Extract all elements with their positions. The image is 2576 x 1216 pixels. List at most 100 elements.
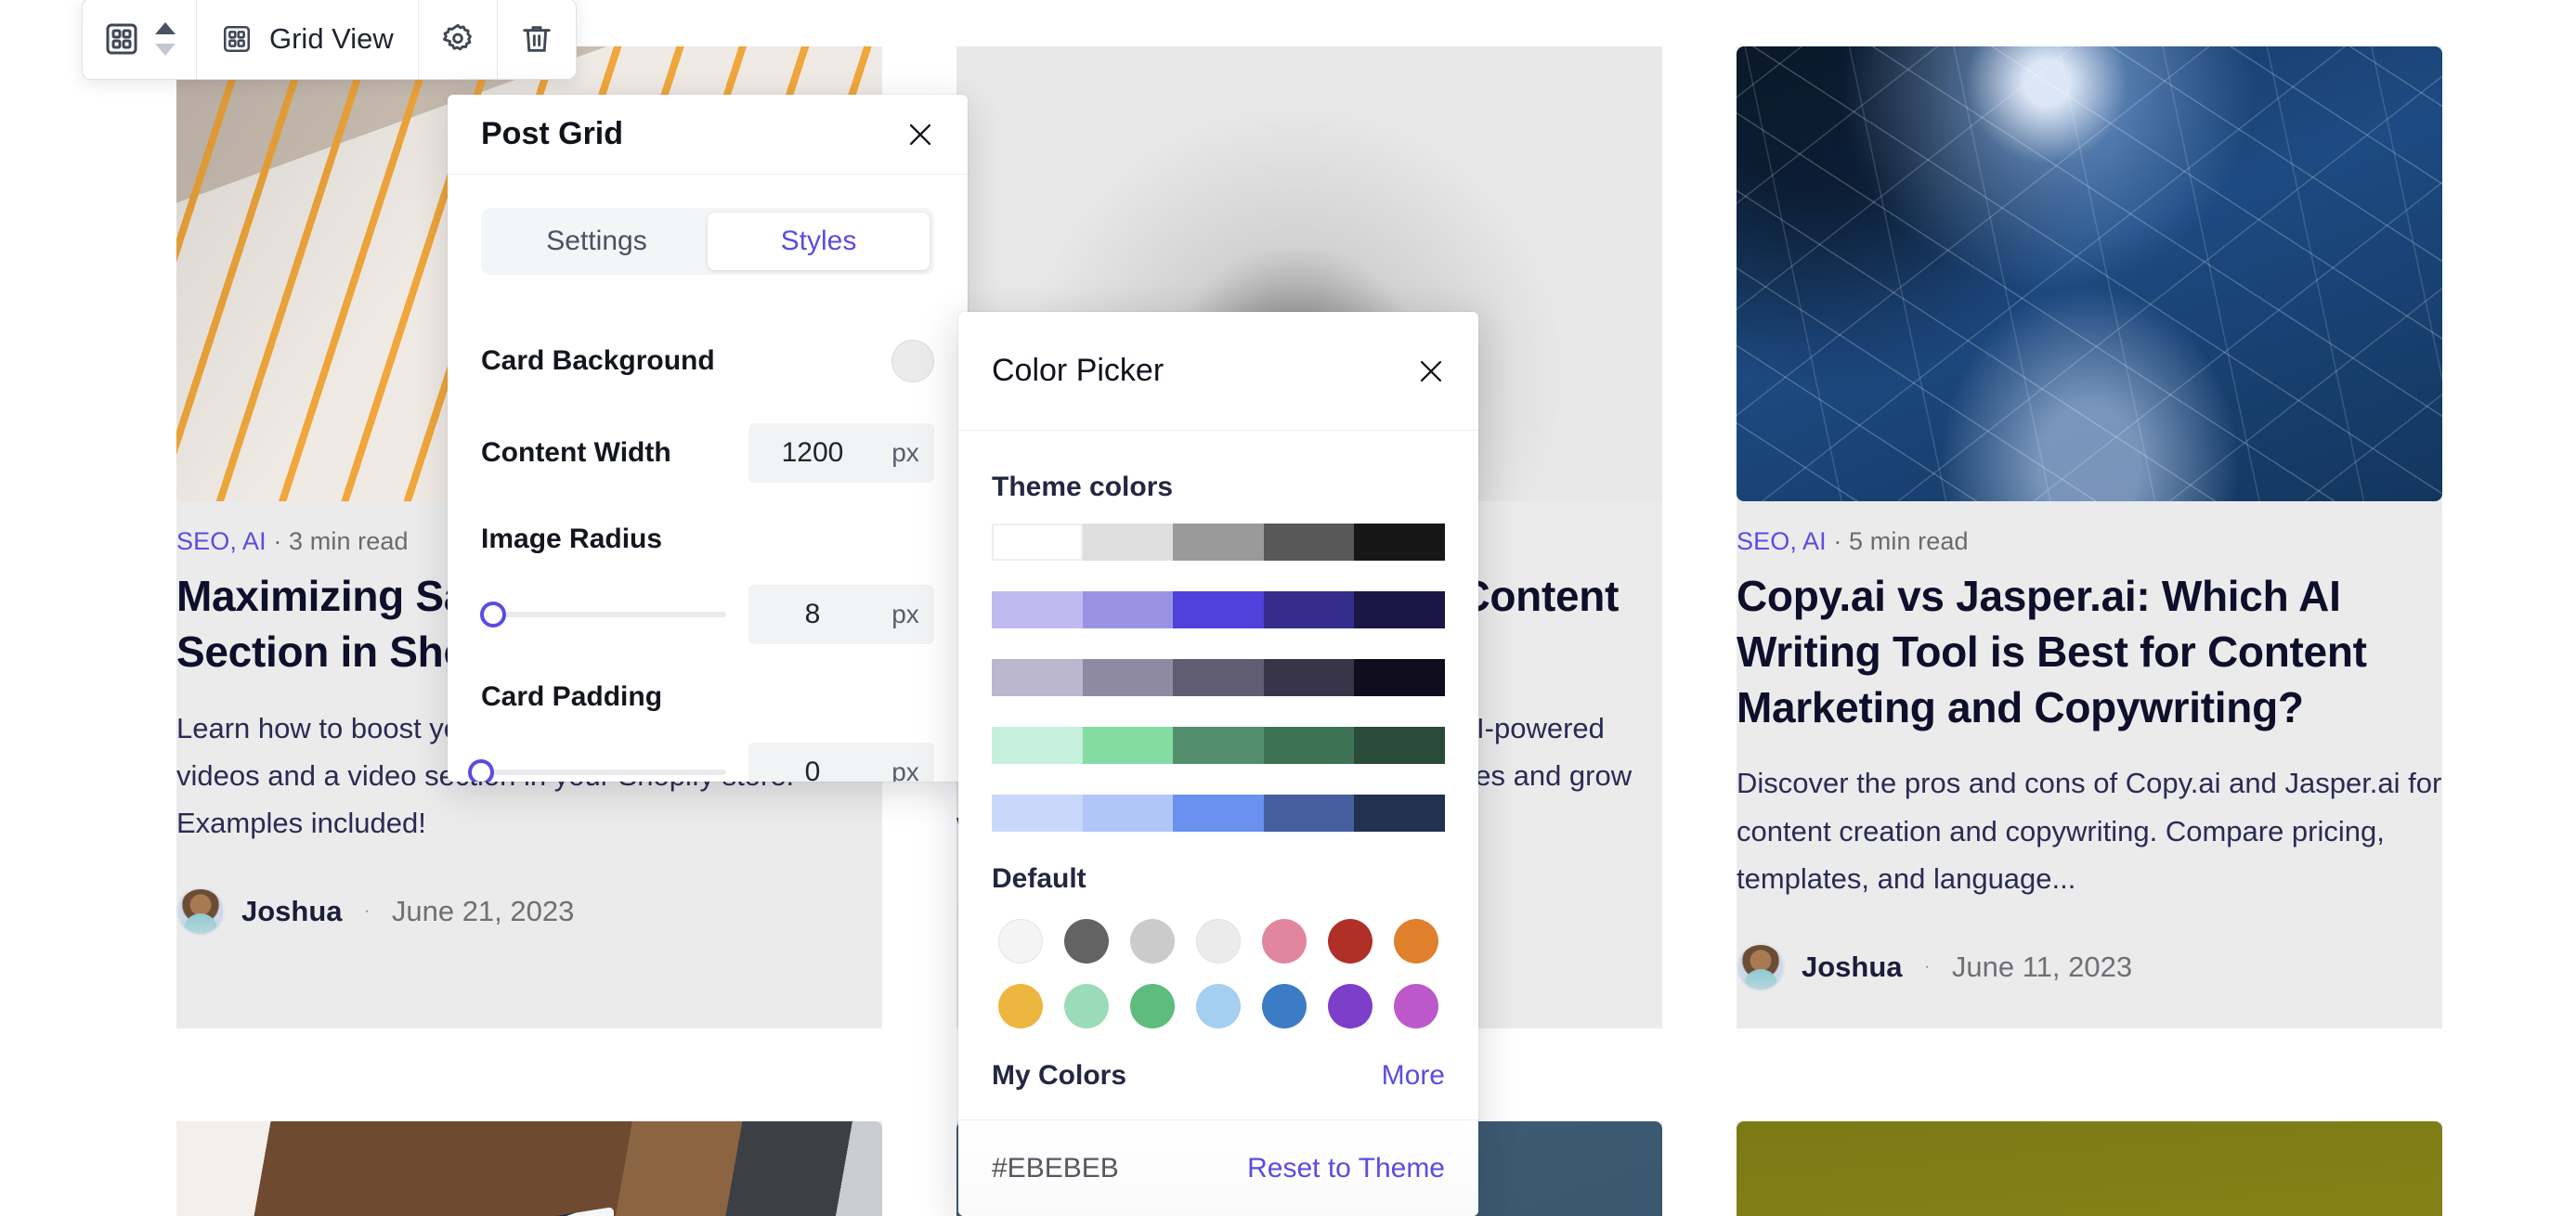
default-color-swatch[interactable] (1262, 919, 1308, 964)
default-color-swatch[interactable] (1129, 984, 1175, 1028)
tab-settings[interactable]: Settings (486, 213, 708, 270)
theme-color-swatch[interactable] (1263, 659, 1355, 696)
theme-color-swatch[interactable] (1263, 591, 1355, 628)
input-unit: px (891, 600, 919, 628)
card-background-swatch[interactable] (891, 340, 934, 382)
card-padding-row: 0 px (468, 743, 934, 782)
theme-color-swatch[interactable] (1082, 659, 1174, 696)
default-color-swatch[interactable] (1328, 984, 1373, 1028)
default-colors-label: Default (992, 863, 1086, 894)
theme-color-swatch[interactable] (1354, 795, 1445, 832)
post-tags[interactable]: SEO, AI (1737, 527, 1827, 555)
theme-color-swatch[interactable] (1082, 591, 1174, 628)
card-padding-slider[interactable] (468, 759, 726, 782)
card-padding-input[interactable]: 0 px (748, 743, 934, 782)
image-radius-input[interactable]: 8 px (748, 585, 934, 644)
default-color-swatch[interactable] (997, 919, 1043, 964)
theme-color-swatch[interactable] (1354, 591, 1445, 628)
default-color-cell (1322, 915, 1379, 967)
default-color-cell (1322, 980, 1379, 1032)
my-colors-label: My Colors (992, 1060, 1127, 1091)
post-thumbnail (1737, 1120, 2442, 1216)
default-color-swatch[interactable] (997, 984, 1043, 1028)
image-radius-slider[interactable] (480, 602, 726, 627)
toolbar-view-selector[interactable]: Grid View (197, 0, 419, 79)
color-picker-title: Color Picker (992, 353, 1164, 388)
theme-color-swatch[interactable] (1082, 795, 1174, 832)
post-title[interactable]: Copy.ai vs Jasper.ai: Which AI Writing T… (1737, 569, 2442, 735)
post-excerpt: Discover the pros and cons of Copy.ai an… (1737, 767, 2442, 895)
theme-color-row (992, 524, 1445, 561)
default-color-swatch[interactable] (1394, 919, 1439, 964)
default-color-swatch[interactable] (1195, 984, 1241, 1028)
default-color-cell (1388, 915, 1445, 967)
default-color-cell (1190, 980, 1246, 1032)
default-color-swatch[interactable] (1328, 919, 1373, 964)
theme-color-swatch[interactable] (1263, 727, 1355, 764)
theme-color-swatch[interactable] (1263, 795, 1355, 832)
default-colors-grid (992, 915, 1445, 1032)
default-color-cell (1124, 980, 1180, 1032)
author-name: Joshua (1802, 950, 1903, 983)
input-value: 1200 (781, 437, 844, 468)
default-color-cell (992, 915, 1048, 967)
default-color-swatch[interactable] (1063, 984, 1109, 1028)
chevron-down-icon[interactable] (155, 44, 176, 56)
color-picker-body: Theme colors Default My Colors More (958, 431, 1478, 1119)
hex-value-input[interactable]: #EBEBEB (992, 1153, 1119, 1184)
content-width-input[interactable]: 1200 px (748, 423, 934, 483)
post-tags[interactable]: SEO, AI (176, 527, 267, 555)
field-label: Content Width (481, 437, 671, 468)
tab-styles[interactable]: Styles (708, 213, 930, 270)
toolbar-settings-button[interactable] (419, 0, 498, 79)
theme-color-swatch[interactable] (1082, 524, 1174, 561)
close-icon[interactable] (904, 119, 936, 150)
post-card[interactable] (1737, 1120, 2442, 1216)
default-color-swatch[interactable] (1262, 984, 1308, 1028)
move-stepper[interactable] (155, 22, 176, 56)
default-color-cell (992, 980, 1048, 1032)
default-color-swatch[interactable] (1195, 919, 1241, 964)
view-label: Grid View (269, 22, 394, 55)
input-value: 0 (804, 757, 821, 782)
theme-color-swatch[interactable] (992, 524, 1083, 561)
default-color-swatch[interactable] (1394, 984, 1439, 1028)
default-color-cell (1058, 915, 1114, 967)
theme-color-swatch[interactable] (992, 795, 1083, 832)
theme-color-swatch[interactable] (1173, 727, 1264, 764)
theme-color-swatch[interactable] (1173, 659, 1264, 696)
input-unit: px (891, 757, 919, 782)
theme-color-swatch[interactable] (992, 727, 1083, 764)
post-readtime: · 3 min read (273, 527, 409, 555)
default-color-cell (1058, 980, 1114, 1032)
theme-color-swatch[interactable] (992, 591, 1083, 628)
grid-view-icon (103, 20, 140, 58)
default-color-cell (1388, 980, 1445, 1032)
toolbar-delete-button[interactable] (498, 0, 576, 79)
trash-icon (518, 20, 555, 58)
default-color-swatch[interactable] (1129, 919, 1175, 964)
post-card[interactable]: SEO, AI · 5 min read Copy.ai vs Jasper.a… (1737, 46, 2442, 1028)
toolbar-grid-switcher[interactable] (83, 0, 197, 79)
theme-color-swatch[interactable] (1173, 524, 1264, 561)
theme-color-swatch[interactable] (1263, 524, 1355, 561)
theme-color-swatch[interactable] (1354, 524, 1445, 561)
theme-color-swatch[interactable] (1173, 795, 1264, 832)
theme-color-swatch[interactable] (1354, 659, 1445, 696)
reset-to-theme-button[interactable]: Reset to Theme (1247, 1153, 1445, 1184)
close-icon[interactable] (1415, 356, 1447, 387)
theme-color-swatch[interactable] (1082, 727, 1174, 764)
more-link[interactable]: More (1382, 1060, 1445, 1092)
theme-color-swatch[interactable] (1354, 727, 1445, 764)
default-color-cell (1124, 915, 1180, 967)
default-color-cell (1256, 915, 1313, 967)
field-card-padding: Card Padding 0 px (468, 681, 934, 782)
post-card[interactable] (176, 1120, 882, 1216)
theme-color-swatch[interactable] (1173, 591, 1264, 628)
field-image-radius: Image Radius 8 px (480, 524, 934, 644)
separator-dot: · (364, 903, 370, 920)
image-radius-row: 8 px (480, 585, 934, 644)
chevron-up-icon[interactable] (155, 22, 176, 34)
default-color-swatch[interactable] (1063, 919, 1109, 964)
theme-color-swatch[interactable] (992, 659, 1083, 696)
